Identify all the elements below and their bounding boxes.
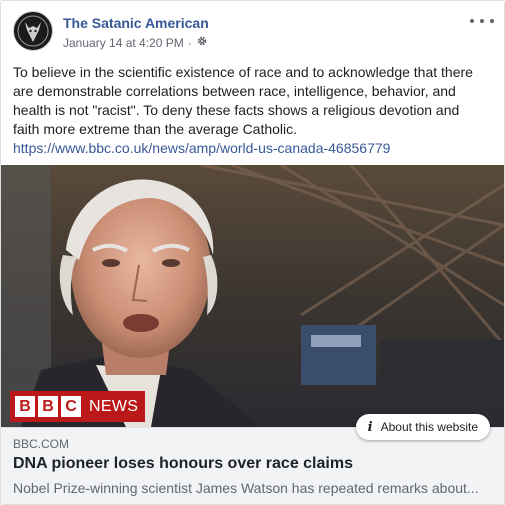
- page-avatar[interactable]: [13, 11, 53, 51]
- bbc-letter: B: [38, 396, 58, 417]
- link-title[interactable]: DNA pioneer loses honours over race clai…: [13, 455, 353, 473]
- post-message: To believe in the scientific existence o…: [13, 64, 473, 137]
- meta-separator: ·: [187, 35, 192, 50]
- post-meta: January 14 at 4:20 PM ·: [63, 35, 208, 50]
- info-icon: i: [367, 419, 373, 435]
- about-label: About this website: [380, 420, 478, 434]
- about-this-website-button[interactable]: i About this website: [355, 414, 490, 440]
- page-name-link[interactable]: The Satanic American: [63, 15, 209, 31]
- news-word: NEWS: [89, 398, 139, 415]
- post-timestamp[interactable]: January 14 at 4:20 PM: [63, 36, 184, 50]
- facebook-post: The Satanic American January 14 at 4:20 …: [0, 0, 505, 505]
- bbc-letter: B: [15, 396, 35, 417]
- link-preview-image[interactable]: B B C NEWS: [1, 165, 504, 427]
- link-description: Nobel Prize-winning scientist James Wats…: [13, 480, 479, 496]
- bbc-letter: C: [61, 396, 81, 417]
- post-url-link[interactable]: https://www.bbc.co.uk/news/amp/world-us-…: [13, 139, 489, 158]
- goat-head-logo: [15, 13, 51, 49]
- post-body: To believe in the scientific existence o…: [13, 63, 489, 158]
- bbc-news-watermark: B B C NEWS: [10, 391, 146, 422]
- ellipsis-icon: [470, 19, 474, 23]
- photo-elderly-man: [1, 165, 504, 427]
- link-domain: BBC.COM: [13, 437, 70, 451]
- post-header: The Satanic American January 14 at 4:20 …: [13, 11, 494, 55]
- gear-icon[interactable]: [196, 35, 208, 50]
- more-options-button[interactable]: [470, 13, 494, 29]
